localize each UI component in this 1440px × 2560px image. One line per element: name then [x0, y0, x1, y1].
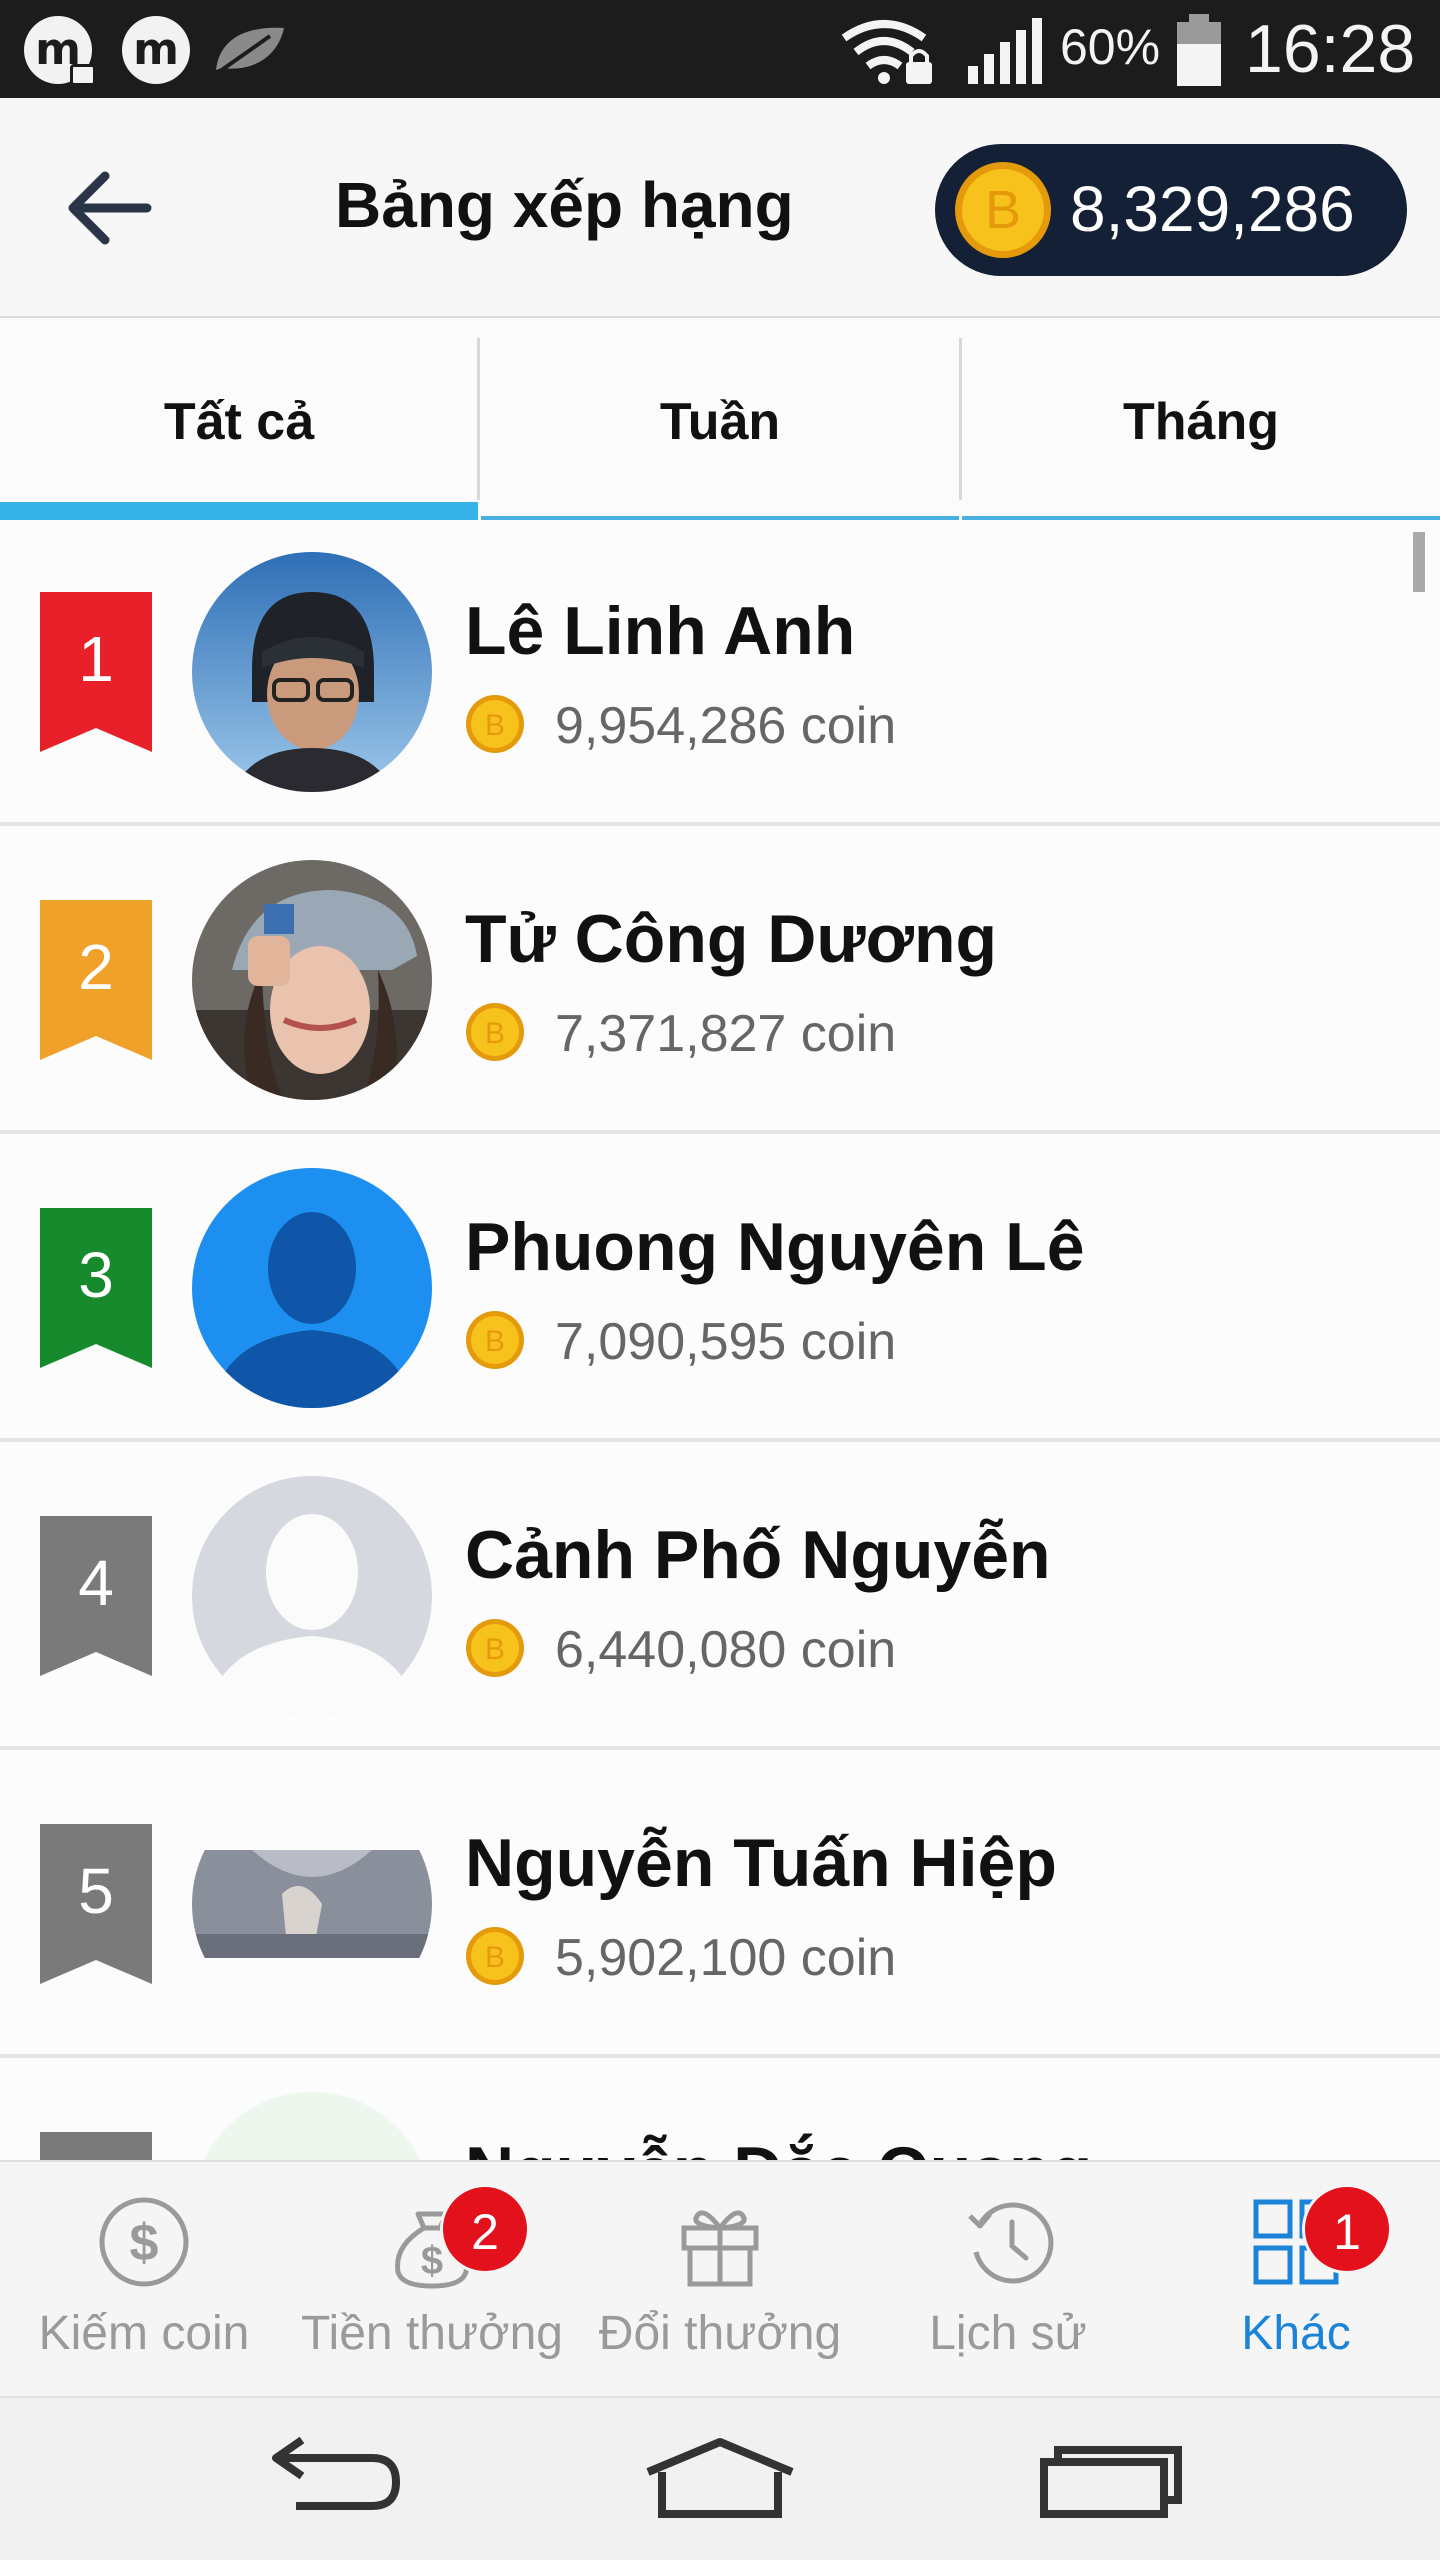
svg-text:B: B: [485, 1017, 505, 1050]
period-tabs: Tất cả Tuần Tháng: [0, 318, 1440, 520]
user-name: Phuong Nguyên Lê: [465, 1209, 1085, 1285]
avatar[interactable]: [192, 1784, 432, 2024]
coin-amount: 5,902,100 coin: [555, 1929, 897, 1987]
history-clock-icon: [968, 2202, 1054, 2284]
rank-ribbon: 5: [40, 1824, 152, 1984]
svg-text:B: B: [485, 1941, 505, 1974]
nav-label: Lịch sử: [929, 2307, 1087, 2360]
user-name: Tử Công Dương: [465, 901, 998, 977]
leaderboard-row[interactable]: 3 Phuong Nguyên Lê B 7,090,595 coin: [0, 1136, 1440, 1442]
rank-number: 2: [78, 931, 114, 1003]
rank-ribbon: 3: [40, 1208, 152, 1368]
status-bar: m m 60% 16:28: [0, 0, 1440, 98]
svg-text:$: $: [130, 2214, 159, 2272]
app-header: Bảng xếp hạng B 8,329,286: [0, 98, 1440, 318]
tab-indicator: [0, 502, 478, 520]
coin-icon: B: [466, 695, 524, 753]
rank-ribbon: 2: [40, 900, 152, 1060]
coin-amount: 7,371,827 coin: [555, 1005, 897, 1063]
tab-label: Tuần: [659, 393, 781, 451]
user-name: Nguyễn Đắc Quang: [465, 2132, 1092, 2160]
coin-icon: B: [466, 1003, 524, 1061]
dollar-circle-icon: $: [99, 2197, 189, 2287]
rank-ribbon: 1: [40, 592, 152, 752]
coin-balance-pill: B 8,329,286: [935, 144, 1407, 276]
rank-number: 1: [78, 623, 114, 695]
battery-percent: 60%: [1060, 19, 1161, 75]
coin-amount: 6,440,080 coin: [555, 1621, 897, 1679]
m-camera-app-icon: m: [24, 16, 96, 86]
gift-icon: [681, 2210, 759, 2287]
leaderboard-row[interactable]: 4 Cảnh Phố Nguyễn B 6,440,080 coin: [0, 1444, 1440, 1750]
system-recents-icon[interactable]: [1030, 2428, 1190, 2528]
coin-icon: B: [466, 1311, 524, 1369]
nav-label: Khác: [1241, 2307, 1351, 2360]
page-title: Bảng xếp hạng: [335, 169, 794, 241]
nav-label: Đổi thưởng: [598, 2307, 842, 2360]
wifi-lock-icon: [841, 20, 932, 84]
svg-text:$: $: [421, 2239, 443, 2283]
nav-rewards[interactable]: $ 2 Tiền thưởng: [288, 2162, 576, 2398]
nav-label: Tiền thưởng: [301, 2307, 563, 2360]
coin-balance: 8,329,286: [1070, 173, 1355, 245]
tab-label: Tất cả: [163, 393, 315, 451]
user-name: Cảnh Phố Nguyễn: [465, 1517, 1051, 1593]
nav-earn-coin[interactable]: $ Kiếm coin: [0, 2162, 288, 2398]
user-name: Lê Linh Anh: [465, 593, 856, 669]
system-home-icon[interactable]: [640, 2428, 800, 2528]
avatar[interactable]: [192, 552, 432, 792]
battery-icon: [1177, 14, 1221, 86]
coin-letter: B: [985, 180, 1021, 240]
leaderboard-list[interactable]: 1 Lê Linh Anh B 9,954,286 coin 2 Tử Công…: [0, 520, 1440, 2160]
rank-number: 4: [78, 1547, 114, 1619]
tab-month[interactable]: Tháng: [962, 318, 1440, 520]
notification-badge: 1: [1302, 2184, 1392, 2274]
coin-amount: 9,954,286 coin: [555, 697, 897, 755]
coin-icon: B: [466, 1619, 524, 1677]
nav-redeem[interactable]: Đổi thưởng: [576, 2162, 864, 2398]
tab-label: Tháng: [1123, 393, 1279, 451]
tab-divider: [477, 338, 480, 500]
m-app-icon: m: [122, 16, 190, 84]
leaf-icon: [214, 27, 284, 76]
leaderboard-row[interactable]: 6 Nguyễn Đắc Quang: [0, 2060, 1440, 2160]
scrollbar[interactable]: [1413, 532, 1425, 592]
arrow-left-icon[interactable]: [55, 158, 165, 258]
leaderboard-row[interactable]: 2 Tử Công Dương B 7,371,827 coin: [0, 828, 1440, 1134]
nav-history[interactable]: Lịch sử: [864, 2162, 1152, 2398]
rank-number: 3: [78, 1239, 114, 1311]
tab-week[interactable]: Tuần: [481, 318, 959, 520]
rank-ribbon: 4: [40, 1516, 152, 1676]
leaderboard-row[interactable]: 5 Nguyễn Tuấn Hiệp B 5,902,100 coin: [0, 1752, 1440, 2058]
coin-amount: 7,090,595 coin: [555, 1313, 897, 1371]
avatar[interactable]: [192, 1476, 432, 1716]
coin-icon: B: [466, 1927, 524, 1985]
user-name: Nguyễn Tuấn Hiệp: [465, 1825, 1057, 1901]
clock: 16:28: [1245, 11, 1416, 87]
nav-more[interactable]: 1 Khác: [1152, 2162, 1440, 2398]
avatar[interactable]: [192, 2092, 432, 2160]
avatar[interactable]: [192, 860, 432, 1100]
notification-badge: 2: [440, 2184, 530, 2274]
svg-text:B: B: [485, 1633, 505, 1666]
system-back-icon[interactable]: [252, 2428, 412, 2528]
svg-text:B: B: [485, 709, 505, 742]
leaderboard-row[interactable]: 1 Lê Linh Anh B 9,954,286 coin: [0, 520, 1440, 826]
rank-number: 5: [78, 1855, 114, 1927]
coin-icon: B: [955, 162, 1051, 258]
avatar[interactable]: [192, 1168, 432, 1408]
svg-text:B: B: [485, 1325, 505, 1358]
nav-label: Kiếm coin: [38, 2307, 250, 2360]
tab-all[interactable]: Tất cả: [0, 318, 478, 520]
system-nav-bar: [0, 2396, 1440, 2560]
bottom-nav: $ Kiếm coin $ 2 Tiền thưởng Đổi thưởng L…: [0, 2160, 1440, 2396]
signal-icon: [968, 18, 1042, 84]
rank-ribbon: 6: [40, 2132, 152, 2160]
